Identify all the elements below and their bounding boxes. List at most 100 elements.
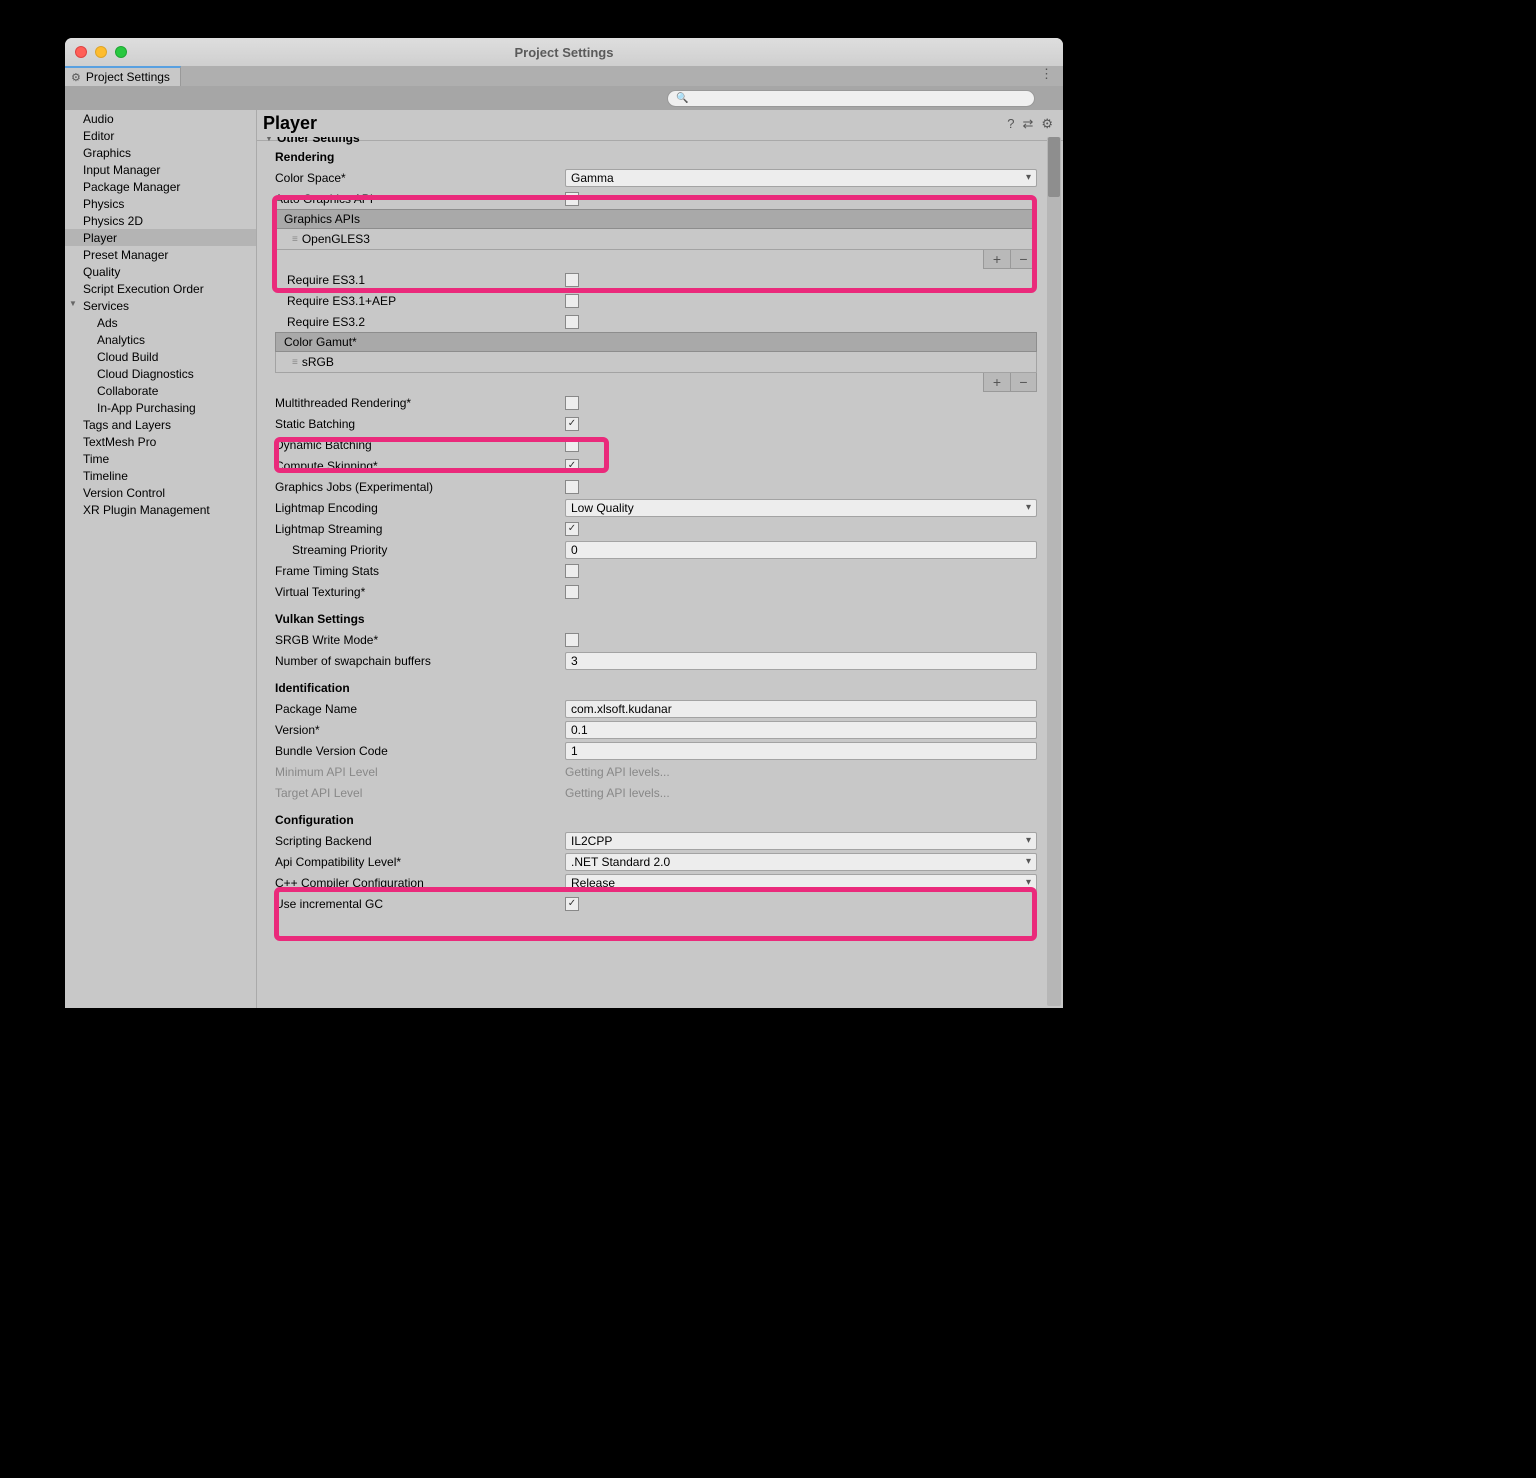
row-scripting-backend: Scripting Backend IL2CPP <box>257 830 1043 851</box>
static-batching-checkbox[interactable]: ✓ <box>565 417 579 431</box>
sidebar-item-editor[interactable]: Editor <box>65 127 256 144</box>
color-gamut-label: sRGB <box>302 355 334 369</box>
content-split: Audio Editor Graphics Input Manager Pack… <box>65 110 1063 1008</box>
auto-graphics-api-label: Auto Graphics API <box>275 192 565 206</box>
drag-handle-icon[interactable]: ≡ <box>292 357 296 368</box>
bundle-version-code-input[interactable] <box>565 742 1037 760</box>
row-compute-skinning: Compute Skinning* ✓ <box>257 455 1043 476</box>
sidebar-item-package-manager[interactable]: Package Manager <box>65 178 256 195</box>
color-gamut-item[interactable]: ≡ sRGB <box>275 352 1037 373</box>
minimum-api-level-label: Minimum API Level <box>275 765 565 779</box>
graphics-jobs-checkbox[interactable] <box>565 480 579 494</box>
scroll-thumb[interactable] <box>1048 137 1060 197</box>
row-virtual-texturing: Virtual Texturing* <box>257 581 1043 602</box>
tab-project-settings[interactable]: ⚙ Project Settings <box>65 66 181 86</box>
sidebar-item-ads[interactable]: Ads <box>65 314 256 331</box>
tab-bar: ⚙ Project Settings ⋮ <box>65 66 1063 86</box>
graphics-apis-list: Graphics APIs ≡ OpenGLES3 + − <box>275 209 1037 269</box>
compute-skinning-checkbox[interactable]: ✓ <box>565 459 579 473</box>
preset-icon[interactable]: ⇄ <box>1022 116 1033 132</box>
row-multithreaded-rendering: Multithreaded Rendering* <box>257 392 1043 413</box>
sidebar-item-xr-plugin-management[interactable]: XR Plugin Management <box>65 501 256 518</box>
require-es32-checkbox[interactable] <box>565 315 579 329</box>
api-compatibility-label: Api Compatibility Level* <box>275 855 565 869</box>
sidebar-item-tags-and-layers[interactable]: Tags and Layers <box>65 416 256 433</box>
list-remove-button[interactable]: − <box>1010 373 1036 391</box>
row-target-api-level: Target API Level Getting API levels... <box>257 782 1043 803</box>
bundle-version-code-label: Bundle Version Code <box>275 744 565 758</box>
sidebar-item-audio[interactable]: Audio <box>65 110 256 127</box>
package-name-input[interactable] <box>565 700 1037 718</box>
row-graphics-jobs: Graphics Jobs (Experimental) <box>257 476 1043 497</box>
drag-handle-icon[interactable]: ≡ <box>292 234 296 245</box>
sidebar-item-timeline[interactable]: Timeline <box>65 467 256 484</box>
sidebar-item-collaborate[interactable]: Collaborate <box>65 382 256 399</box>
sidebar-item-quality[interactable]: Quality <box>65 263 256 280</box>
streaming-priority-label: Streaming Priority <box>292 543 565 557</box>
cpp-compiler-dropdown[interactable]: Release <box>565 874 1037 892</box>
section-rendering: Rendering <box>257 146 1043 167</box>
lightmap-streaming-checkbox[interactable]: ✓ <box>565 522 579 536</box>
row-streaming-priority: Streaming Priority <box>257 539 1043 560</box>
row-color-space: Color Space* Gamma <box>257 167 1043 188</box>
version-input[interactable] <box>565 721 1037 739</box>
gear-icon[interactable]: ⚙ <box>1041 116 1053 132</box>
sidebar-item-player[interactable]: Player <box>65 229 256 246</box>
vertical-scrollbar[interactable] <box>1047 137 1061 1006</box>
scripting-backend-dropdown[interactable]: IL2CPP <box>565 832 1037 850</box>
srgb-write-checkbox[interactable] <box>565 633 579 647</box>
api-compatibility-dropdown[interactable]: .NET Standard 2.0 <box>565 853 1037 871</box>
require-es31aep-checkbox[interactable] <box>565 294 579 308</box>
titlebar: Project Settings <box>65 38 1063 66</box>
lightmap-encoding-label: Lightmap Encoding <box>275 501 565 515</box>
sidebar-item-graphics[interactable]: Graphics <box>65 144 256 161</box>
lightmap-encoding-dropdown[interactable]: Low Quality <box>565 499 1037 517</box>
row-incremental-gc: Use incremental GC ✓ <box>257 893 1043 914</box>
foldout-other-settings[interactable]: Other Settings <box>257 137 1043 146</box>
close-icon[interactable] <box>75 46 87 58</box>
minimize-icon[interactable] <box>95 46 107 58</box>
zoom-icon[interactable] <box>115 46 127 58</box>
sidebar-item-script-exec-order[interactable]: Script Execution Order <box>65 280 256 297</box>
sidebar-item-in-app-purchasing[interactable]: In-App Purchasing <box>65 399 256 416</box>
tab-menu-icon[interactable]: ⋮ <box>1030 66 1063 86</box>
incremental-gc-checkbox[interactable]: ✓ <box>565 897 579 911</box>
sidebar-item-version-control[interactable]: Version Control <box>65 484 256 501</box>
color-space-label: Color Space* <box>275 171 565 185</box>
sidebar-item-textmesh-pro[interactable]: TextMesh Pro <box>65 433 256 450</box>
sidebar-item-physics-2d[interactable]: Physics 2D <box>65 212 256 229</box>
version-label: Version* <box>275 723 565 737</box>
swapchain-input[interactable] <box>565 652 1037 670</box>
graphics-api-item[interactable]: ≡ OpenGLES3 <box>275 229 1037 250</box>
frame-timing-checkbox[interactable] <box>565 564 579 578</box>
gear-icon: ⚙ <box>71 71 81 84</box>
static-batching-label: Static Batching <box>275 417 565 431</box>
list-add-button[interactable]: + <box>984 250 1010 268</box>
sidebar-item-services[interactable]: Services <box>65 297 256 314</box>
streaming-priority-input[interactable] <box>565 541 1037 559</box>
sidebar-item-cloud-diagnostics[interactable]: Cloud Diagnostics <box>65 365 256 382</box>
sidebar: Audio Editor Graphics Input Manager Pack… <box>65 110 257 1008</box>
row-bundle-version-code: Bundle Version Code <box>257 740 1043 761</box>
list-remove-button[interactable]: − <box>1010 250 1036 268</box>
sidebar-item-cloud-build[interactable]: Cloud Build <box>65 348 256 365</box>
graphics-api-label: OpenGLES3 <box>302 232 370 246</box>
require-es31-checkbox[interactable] <box>565 273 579 287</box>
help-icon[interactable]: ? <box>1007 116 1014 132</box>
dynamic-batching-checkbox[interactable] <box>565 438 579 452</box>
multithreaded-rendering-checkbox[interactable] <box>565 396 579 410</box>
row-cpp-compiler-config: C++ Compiler Configuration Release <box>257 872 1043 893</box>
auto-graphics-api-checkbox[interactable] <box>565 192 579 206</box>
package-name-label: Package Name <box>275 702 565 716</box>
sidebar-item-time[interactable]: Time <box>65 450 256 467</box>
sidebar-item-analytics[interactable]: Analytics <box>65 331 256 348</box>
list-add-button[interactable]: + <box>984 373 1010 391</box>
dynamic-batching-label: Dynamic Batching <box>275 438 565 452</box>
virtual-texturing-checkbox[interactable] <box>565 585 579 599</box>
sidebar-item-physics[interactable]: Physics <box>65 195 256 212</box>
sidebar-item-input-manager[interactable]: Input Manager <box>65 161 256 178</box>
sidebar-item-preset-manager[interactable]: Preset Manager <box>65 246 256 263</box>
project-settings-window: Project Settings ⚙ Project Settings ⋮ 🔍 … <box>65 38 1063 1008</box>
color-space-dropdown[interactable]: Gamma <box>565 169 1037 187</box>
search-input[interactable]: 🔍 <box>667 90 1035 107</box>
